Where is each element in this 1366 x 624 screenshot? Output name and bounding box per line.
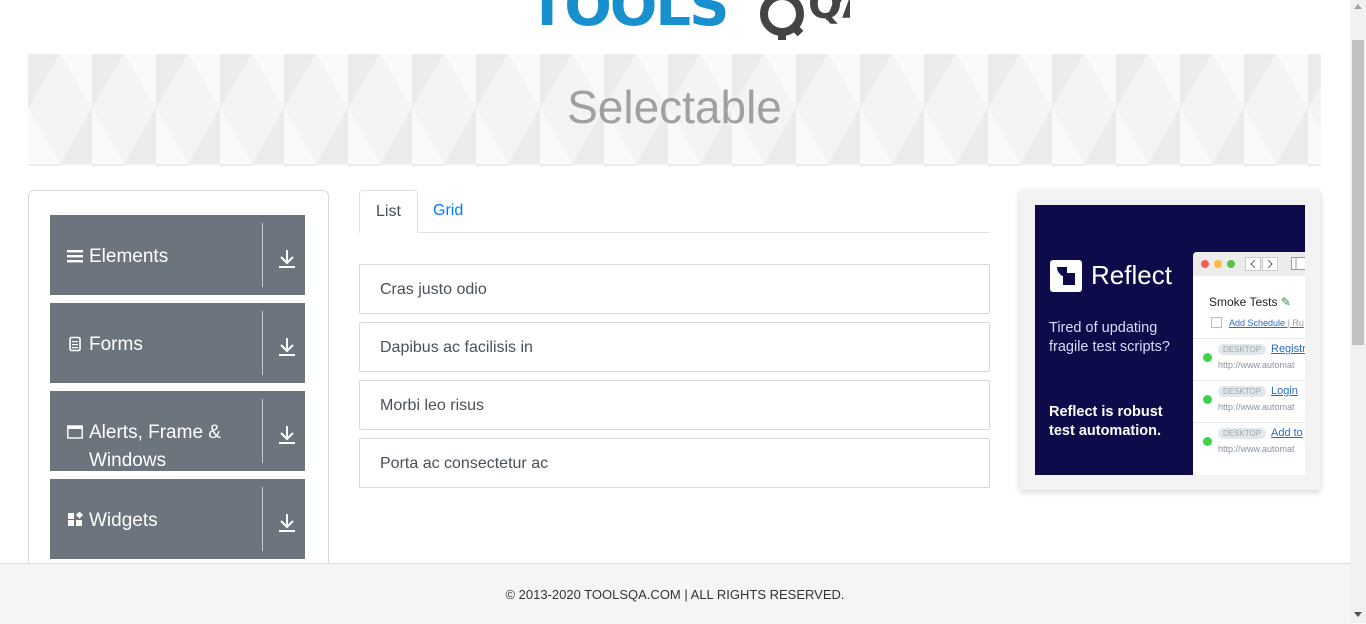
- minimize-dot-icon: [1214, 260, 1222, 268]
- test-link: Login: [1271, 385, 1298, 397]
- widgets-icon: [68, 512, 83, 526]
- sidebar-group-label: Elements: [89, 246, 169, 267]
- ad-tagline: Reflect is robust test automation.: [1049, 404, 1163, 439]
- toolsqa-logo[interactable]: TOOLS QA: [520, 0, 850, 44]
- status-dot-icon: [1203, 353, 1212, 362]
- desktop-tag: DESKTOP: [1218, 428, 1267, 439]
- sidebar-toggle-icon: [1291, 257, 1305, 270]
- tab-grid[interactable]: Grid: [417, 190, 479, 231]
- ad-test-item: DESKTOP Registr http://www.automat: [1193, 338, 1305, 381]
- test-link: Add to: [1271, 427, 1303, 439]
- download-arrow-icon[interactable]: [277, 335, 297, 357]
- sidebar-group-forms[interactable]: Forms: [50, 303, 305, 383]
- download-arrow-icon[interactable]: [277, 247, 297, 269]
- hamburger-icon: [67, 250, 83, 263]
- list-item-text: Porta ac consectetur ac: [380, 455, 549, 472]
- sidebar-group-alerts[interactable]: Alerts, Frame & Windows: [50, 391, 305, 471]
- status-dot-icon: [1203, 437, 1212, 446]
- page-banner: Selectable: [28, 54, 1321, 166]
- ad-test-item: DESKTOP Login http://www.automat: [1193, 380, 1305, 423]
- download-arrow-icon[interactable]: [277, 511, 297, 533]
- advertisement[interactable]: Reflect Tired of updating fragile test s…: [1020, 190, 1320, 490]
- document-icon: [69, 336, 81, 352]
- ad-brand: Reflect: [1091, 260, 1172, 290]
- sidebar-group-label: Alerts, Frame & Windows: [89, 422, 221, 471]
- divider: [262, 311, 263, 375]
- list-item-text: Cras justo odio: [380, 281, 487, 298]
- pencil-icon: ✎: [1280, 295, 1291, 309]
- test-url: http://www.automat: [1218, 444, 1295, 454]
- logo-text: TOOLS: [528, 0, 729, 39]
- desktop-tag: DESKTOP: [1218, 344, 1267, 355]
- list-item-text: Dapibus ac facilisis in: [380, 339, 533, 356]
- scroll-up-arrow-icon[interactable]: [1354, 4, 1362, 9]
- sidebar-group-widgets[interactable]: Widgets: [50, 479, 305, 559]
- ad-headline: Tired of updating fragile test scripts?: [1049, 320, 1170, 355]
- list-item[interactable]: Cras justo odio: [359, 264, 990, 314]
- test-url: http://www.automat: [1218, 360, 1295, 370]
- list-item[interactable]: Morbi leo risus: [359, 380, 990, 430]
- calendar-icon: [1211, 317, 1222, 328]
- nav-arrows-icon: [1245, 257, 1278, 271]
- scrollbar-thumb[interactable]: [1352, 40, 1364, 345]
- vertical-scrollbar[interactable]: [1350, 0, 1366, 623]
- close-dot-icon: [1201, 260, 1209, 268]
- divider: [262, 487, 263, 551]
- test-link: Registr: [1271, 343, 1305, 355]
- sidebar-group-elements[interactable]: Elements: [50, 215, 305, 295]
- window-icon: [67, 425, 83, 439]
- list-item-text: Morbi leo risus: [380, 397, 485, 414]
- page-footer: © 2013-2020 TOOLSQA.COM | ALL RIGHTS RES…: [0, 563, 1350, 624]
- left-sidebar: Elements Forms Alerts, Frame & Windows W…: [28, 190, 329, 592]
- status-dot-icon: [1203, 395, 1212, 404]
- sidebar-group-label: Forms: [89, 334, 143, 355]
- ad-test-item: DESKTOP Add to http://www.automat: [1193, 422, 1305, 465]
- desktop-tag: DESKTOP: [1218, 386, 1267, 397]
- sidebar-group-label: Widgets: [89, 510, 158, 531]
- add-schedule-link: Add Schedule | Ru: [1229, 318, 1304, 328]
- test-url: http://www.automat: [1218, 402, 1295, 412]
- scroll-down-arrow-icon[interactable]: [1354, 612, 1362, 617]
- download-arrow-icon[interactable]: [277, 423, 297, 445]
- tab-list[interactable]: List: [359, 190, 418, 233]
- tab-bar: List Grid: [359, 190, 990, 233]
- divider: [262, 223, 263, 287]
- reflect-logo-icon: [1050, 260, 1082, 292]
- list-item[interactable]: Dapibus ac facilisis in: [359, 322, 990, 372]
- reflect-ad[interactable]: Reflect Tired of updating fragile test s…: [1035, 205, 1305, 475]
- list-item[interactable]: Porta ac consectetur ac: [359, 438, 990, 488]
- ad-app-window: Smoke Tests ✎ Add Schedule | Ru DESKTOP …: [1193, 252, 1305, 475]
- divider: [262, 399, 263, 463]
- maximize-dot-icon: [1227, 260, 1235, 268]
- gear-logo-icon: QA: [760, 0, 850, 40]
- logo-qa: QA: [808, 0, 850, 28]
- window-titlebar: [1193, 252, 1305, 276]
- smoke-tests-title: Smoke Tests ✎: [1209, 295, 1291, 309]
- copyright-text: © 2013-2020 TOOLSQA.COM | ALL RIGHTS RES…: [505, 587, 845, 602]
- page-title: Selectable: [567, 81, 782, 133]
